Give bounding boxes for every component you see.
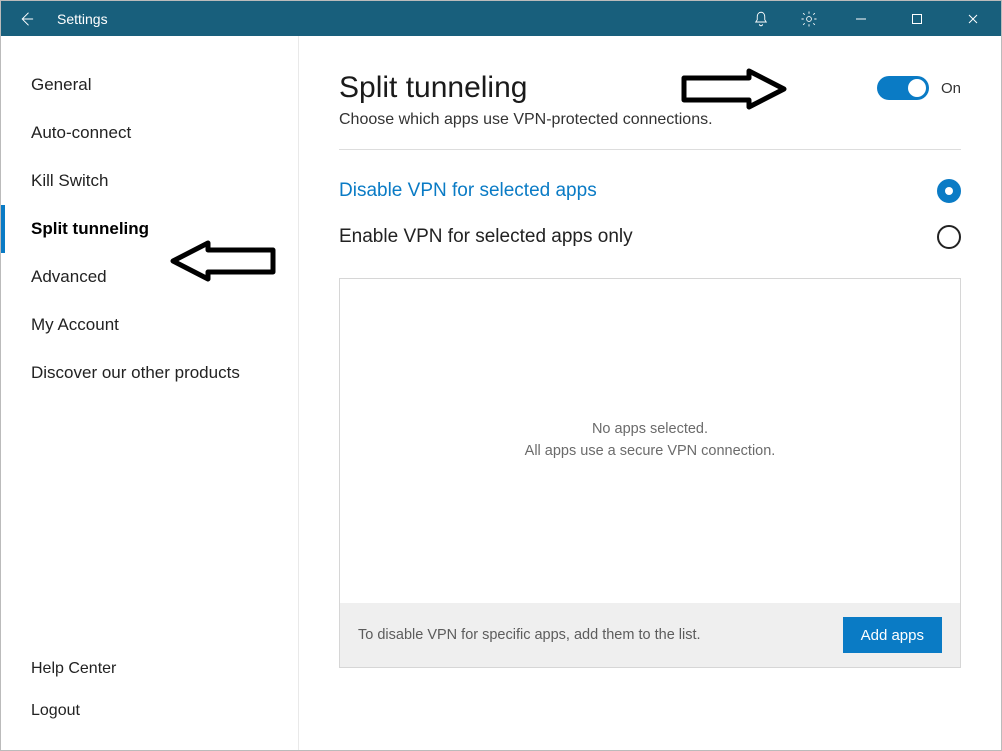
sidebar-item-help-center[interactable]: Help Center [1, 648, 298, 690]
maximize-icon [911, 13, 923, 25]
sidebar-item-discover[interactable]: Discover our other products [1, 349, 298, 397]
sidebar-item-advanced[interactable]: Advanced [1, 253, 298, 301]
settings-gear-button[interactable] [785, 1, 833, 36]
titlebar: Settings [1, 1, 1001, 36]
minimize-icon [855, 13, 867, 25]
radio-selected-icon [937, 179, 961, 203]
toggle-state-label: On [941, 80, 961, 97]
add-apps-button[interactable]: Add apps [843, 617, 942, 653]
page-subtitle: Choose which apps use VPN-protected conn… [339, 111, 961, 129]
empty-line: No apps selected. [592, 419, 708, 441]
bell-icon [752, 10, 770, 28]
back-button[interactable] [1, 10, 51, 28]
sidebar-item-my-account[interactable]: My Account [1, 301, 298, 349]
settings-window: Settings General Auto-connect Kill Switc… [0, 0, 1002, 751]
option-disable-vpn[interactable]: Disable VPN for selected apps [339, 168, 961, 214]
window-close-button[interactable] [945, 1, 1001, 36]
option-label: Disable VPN for selected apps [339, 180, 937, 202]
sidebar-item-label: My Account [31, 315, 119, 335]
divider [339, 149, 961, 150]
apps-footer: To disable VPN for specific apps, add th… [340, 603, 960, 667]
sidebar-item-auto-connect[interactable]: Auto-connect [1, 109, 298, 157]
window-minimize-button[interactable] [833, 1, 889, 36]
apps-empty-state: No apps selected. All apps use a secure … [340, 279, 960, 603]
sidebar-item-label: Advanced [31, 267, 107, 287]
option-label: Enable VPN for selected apps only [339, 226, 937, 248]
page-title: Split tunneling [339, 71, 877, 105]
main-content: Split tunneling On Choose which apps use… [299, 36, 1001, 750]
option-enable-vpn[interactable]: Enable VPN for selected apps only [339, 214, 961, 260]
notifications-button[interactable] [737, 1, 785, 36]
sidebar-item-label: General [31, 75, 91, 95]
sidebar-item-kill-switch[interactable]: Kill Switch [1, 157, 298, 205]
window-maximize-button[interactable] [889, 1, 945, 36]
sidebar-item-label: Help Center [31, 660, 116, 678]
apps-list-box: No apps selected. All apps use a secure … [339, 278, 961, 668]
toggle-knob [908, 79, 926, 97]
radio-unselected-icon [937, 225, 961, 249]
sidebar: General Auto-connect Kill Switch Split t… [1, 36, 299, 750]
sidebar-item-label: Discover our other products [31, 363, 240, 383]
sidebar-item-label: Kill Switch [31, 171, 108, 191]
sidebar-item-label: Auto-connect [31, 123, 131, 143]
sidebar-item-logout[interactable]: Logout [1, 690, 298, 732]
sidebar-item-label: Split tunneling [31, 219, 149, 239]
gear-icon [800, 10, 818, 28]
arrow-left-icon [17, 10, 35, 28]
close-icon [967, 13, 979, 25]
sidebar-item-general[interactable]: General [1, 61, 298, 109]
sidebar-item-split-tunneling[interactable]: Split tunneling [1, 205, 298, 253]
split-tunneling-toggle[interactable] [877, 76, 929, 100]
footer-hint: To disable VPN for specific apps, add th… [358, 627, 843, 643]
sidebar-item-label: Logout [31, 702, 80, 720]
empty-line: All apps use a secure VPN connection. [525, 441, 776, 463]
window-title: Settings [51, 11, 108, 27]
